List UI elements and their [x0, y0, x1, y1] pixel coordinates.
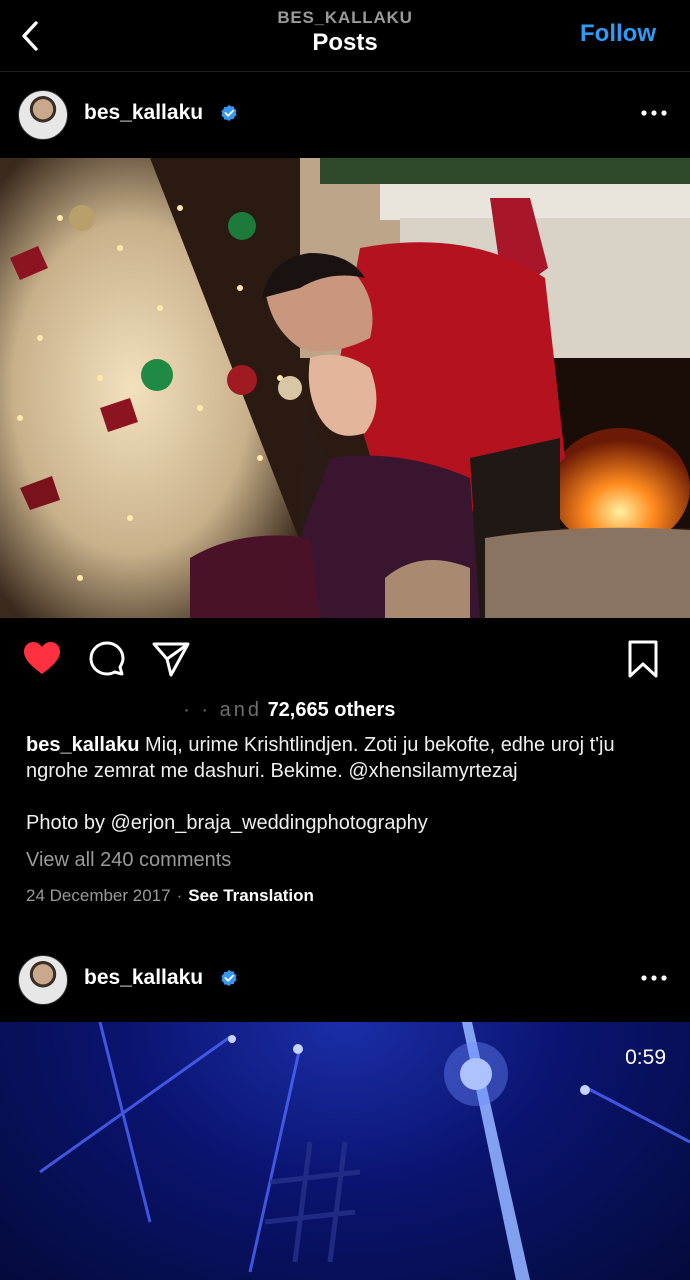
post-photo[interactable]: [0, 158, 690, 618]
post-meta: 24 December 2017 · See Translation: [26, 886, 314, 906]
verified-badge-icon: [221, 104, 237, 122]
post-actions: [0, 630, 690, 686]
comment-icon[interactable]: [86, 638, 128, 680]
heart-icon[interactable]: [21, 638, 63, 680]
post-date: 24 December 2017: [26, 886, 171, 905]
follow-button[interactable]: Follow: [580, 20, 656, 48]
instagram-posts-screen: BES_KALLAKU Posts Follow bes_kallaku · ·…: [0, 0, 690, 1280]
view-comments-link[interactable]: View all 240 comments: [26, 849, 231, 872]
share-icon[interactable]: [150, 638, 192, 680]
post-username[interactable]: bes_kallaku: [84, 101, 203, 125]
see-translation-link[interactable]: See Translation: [188, 886, 314, 905]
more-options-icon[interactable]: [640, 102, 668, 124]
more-options-icon[interactable]: [640, 967, 668, 989]
post-caption: bes_kallaku Miq, urime Krishtlindjen. Zo…: [26, 732, 662, 784]
likes-others: 72,665 others: [267, 699, 396, 721]
concert-lights-video: [39, 1022, 690, 1280]
post-header: bes_kallaku: [0, 72, 690, 158]
video-duration: 0:59: [625, 1046, 666, 1069]
top-bar: BES_KALLAKU Posts Follow: [0, 0, 690, 72]
avatar[interactable]: [18, 955, 68, 1005]
verified-badge-icon: [221, 969, 237, 987]
likes-count[interactable]: · · and 72,665 others: [26, 699, 395, 725]
avatar[interactable]: [18, 90, 68, 140]
liked-by-prefix: · · and: [183, 699, 262, 721]
caption-username[interactable]: bes_kallaku: [26, 734, 139, 756]
meta-separator: ·: [176, 886, 183, 905]
bookmark-icon[interactable]: [622, 638, 664, 680]
post-video[interactable]: 0:59: [0, 1022, 690, 1280]
photo-credit: Photo by @erjon_braja_weddingphotography: [26, 812, 428, 834]
post-username[interactable]: bes_kallaku: [84, 966, 203, 990]
post-header: bes_kallaku: [0, 937, 690, 1023]
christmas-couple-photo: [0, 158, 690, 618]
